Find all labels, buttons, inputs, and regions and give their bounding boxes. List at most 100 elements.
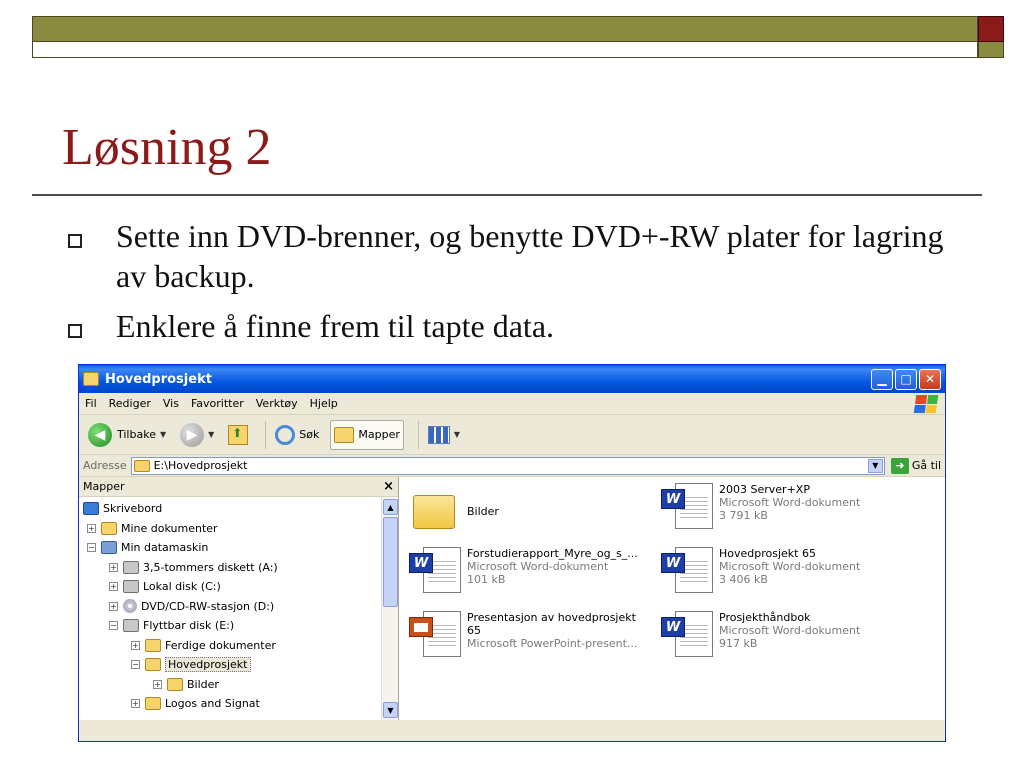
- scroll-up-icon[interactable]: ▲: [383, 499, 398, 515]
- chevron-down-icon[interactable]: ▼: [454, 430, 460, 439]
- word-icon: W: [409, 547, 461, 593]
- address-input[interactable]: E:\Hovedprosjekt ▼: [130, 456, 885, 475]
- toolbar: ◀ Tilbake ▼ ▶ ▼ Søk Mapper ▼: [79, 415, 945, 455]
- collapse-icon[interactable]: −: [131, 660, 140, 670]
- go-button[interactable]: ➜ Gå til: [890, 457, 941, 474]
- scroll-thumb[interactable]: [383, 517, 398, 607]
- expand-icon[interactable]: +: [109, 601, 118, 611]
- expand-icon[interactable]: +: [109, 562, 118, 572]
- folder-icon: [334, 426, 355, 443]
- tree-item[interactable]: − Flyttbar disk (E:): [79, 616, 380, 636]
- close-icon[interactable]: ×: [383, 479, 394, 494]
- tree-item[interactable]: + Bilder: [79, 675, 380, 695]
- drive-icon: [123, 580, 139, 594]
- folder-icon: [83, 372, 99, 386]
- top-band-lower: [32, 42, 978, 58]
- file-item[interactable]: W Prosjekthåndbok Microsoft Word-dokumen…: [661, 611, 860, 657]
- tree-item[interactable]: + DVD/CD-RW-stasjon (D:): [79, 597, 380, 617]
- square-bullet-icon: [68, 234, 82, 248]
- bullet-text: Sette inn DVD-brenner, og benytte DVD+-R…: [116, 218, 944, 294]
- window-titlebar[interactable]: Hovedprosjekt ▁ □ ✕: [79, 365, 945, 393]
- close-button[interactable]: ✕: [919, 368, 941, 390]
- menu-help[interactable]: Hjelp: [310, 397, 338, 410]
- folders-label: Mapper: [358, 428, 400, 441]
- file-item[interactable]: W Forstudierapport_Myre_og_s_... Microso…: [409, 547, 638, 593]
- views-icon: [427, 425, 450, 444]
- word-icon: W: [661, 611, 713, 657]
- tree-item[interactable]: − Hovedprosjekt: [79, 655, 380, 675]
- chevron-down-icon[interactable]: ▼: [867, 458, 883, 473]
- toolbar-separator: [417, 420, 419, 449]
- tree-item[interactable]: + Logos and Signat: [79, 694, 380, 714]
- forward-arrow-icon: ▶: [180, 422, 205, 447]
- folder-icon: [413, 495, 455, 529]
- go-label: Gå til: [911, 459, 941, 472]
- search-button[interactable]: Søk: [272, 420, 322, 450]
- top-band: [32, 16, 978, 42]
- forward-button[interactable]: ▶ ▼: [177, 420, 217, 450]
- views-button[interactable]: ▼: [425, 420, 463, 450]
- expand-icon[interactable]: +: [87, 523, 96, 533]
- menu-view[interactable]: Vis: [163, 397, 179, 410]
- maximize-button[interactable]: □: [895, 368, 917, 390]
- folder-icon: [145, 697, 161, 711]
- corner-accent-red: [978, 16, 1004, 42]
- tree-header: Mapper ×: [79, 477, 398, 497]
- cd-icon: [123, 599, 137, 614]
- menu-bar: Fil Rediger Vis Favoritter Verktøy Hjelp: [79, 393, 945, 415]
- minimize-button[interactable]: ▁: [871, 368, 893, 390]
- go-arrow-icon: ➜: [890, 457, 909, 474]
- bullet-text: Enklere å finne frem til tapte data.: [116, 308, 555, 344]
- address-value: E:\Hovedprosjekt: [153, 459, 248, 472]
- tree-item[interactable]: + Ferdige dokumenter: [79, 636, 380, 656]
- explorer-window: Hovedprosjekt ▁ □ ✕ Fil Rediger Vis Favo…: [78, 364, 946, 742]
- desktop-icon: [83, 502, 99, 516]
- word-icon: W: [661, 483, 713, 529]
- tree-title: Mapper: [83, 480, 125, 493]
- folder-up-icon: [228, 424, 249, 445]
- expand-icon[interactable]: +: [109, 582, 118, 592]
- tree-item[interactable]: + Lokal disk (C:): [79, 577, 380, 597]
- chevron-down-icon[interactable]: ▼: [208, 430, 214, 439]
- collapse-icon[interactable]: −: [109, 621, 118, 631]
- file-item[interactable]: Presentasjon av hovedprosjekt 65 Microso…: [409, 611, 637, 657]
- menu-file[interactable]: Fil: [85, 397, 97, 410]
- chevron-down-icon[interactable]: ▼: [160, 430, 166, 439]
- windows-logo-icon: [913, 395, 939, 413]
- window-title: Hovedprosjekt: [105, 371, 212, 387]
- search-label: Søk: [299, 428, 320, 441]
- tree-item[interactable]: − Min datamaskin: [79, 538, 380, 558]
- up-folder-button[interactable]: [225, 420, 251, 450]
- corner-accent-olive: [978, 42, 1004, 58]
- expand-icon[interactable]: +: [153, 679, 162, 689]
- back-button[interactable]: ◀ Tilbake ▼: [85, 420, 169, 450]
- folder-icon: [133, 459, 150, 472]
- bullet-item: Enklere å finne frem til tapte data.: [62, 306, 962, 346]
- drive-icon: [123, 619, 139, 633]
- folders-button[interactable]: Mapper: [330, 419, 404, 450]
- search-icon: [275, 424, 296, 445]
- folder-icon: [145, 638, 161, 652]
- expand-icon[interactable]: +: [131, 699, 140, 709]
- menu-favorites[interactable]: Favoritter: [191, 397, 244, 410]
- scroll-down-icon[interactable]: ▼: [383, 702, 398, 718]
- panes: Mapper × Skrivebord + Mine dokumenter − …: [79, 477, 945, 720]
- tree-item[interactable]: + Mine dokumenter: [79, 519, 380, 539]
- tree-item[interactable]: + 3,5-tommers diskett (A:): [79, 558, 380, 578]
- bullet-item: Sette inn DVD-brenner, og benytte DVD+-R…: [62, 216, 962, 296]
- file-item[interactable]: W Hovedprosjekt 65 Microsoft Word-dokume…: [661, 547, 860, 593]
- menu-edit[interactable]: Rediger: [109, 397, 151, 410]
- folder-tree: Skrivebord + Mine dokumenter − Min datam…: [79, 497, 380, 720]
- slide-title: Løsning 2: [62, 119, 272, 176]
- back-label: Tilbake: [117, 428, 156, 441]
- folder-icon: [145, 658, 161, 672]
- menu-tools[interactable]: Verktøy: [256, 397, 298, 410]
- tree-item[interactable]: Skrivebord: [79, 499, 380, 519]
- tree-scrollbar[interactable]: ▲ ▼: [381, 497, 398, 720]
- powerpoint-icon: [409, 611, 461, 657]
- title-divider: [32, 194, 982, 196]
- file-item[interactable]: Bilder: [413, 491, 499, 529]
- collapse-icon[interactable]: −: [87, 543, 96, 553]
- expand-icon[interactable]: +: [131, 640, 140, 650]
- file-item[interactable]: W 2003 Server+XP Microsoft Word-dokument…: [661, 483, 860, 529]
